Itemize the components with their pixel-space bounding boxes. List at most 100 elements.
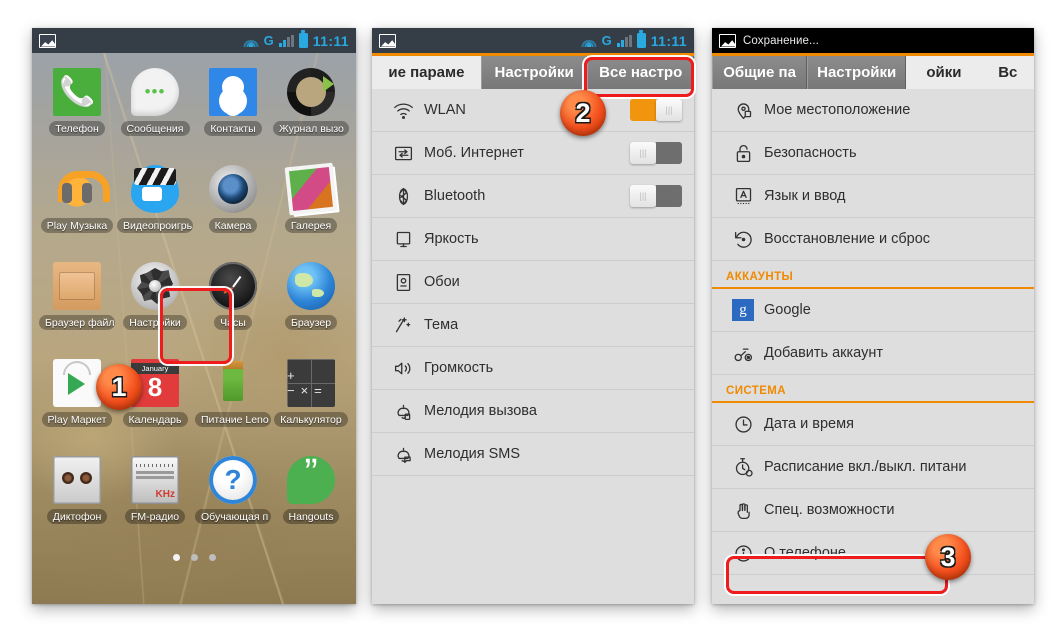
play-music-app-icon[interactable] [53, 165, 110, 213]
google-icon: g [728, 299, 758, 321]
voice-recorder-app-icon[interactable] [53, 456, 101, 504]
settings-row-security-lock[interactable]: Безопасность [712, 132, 1034, 175]
messages-app-icon[interactable] [131, 68, 179, 116]
toggle-knob[interactable]: ||| [630, 142, 656, 164]
phone-home-screen: G 11:11 Телефон Сообщения Контакты Журнал в… [32, 28, 356, 604]
home-app-play-music[interactable]: Play Музыка [38, 162, 116, 259]
home-app-power-manager[interactable]: Питание Leno [194, 356, 272, 453]
play-store-app-icon[interactable] [53, 359, 101, 407]
all-settings-tab-2[interactable]: ойки [906, 56, 982, 89]
home-row: Play Маркет Календарь Питание LenoКалькуля… [38, 356, 350, 453]
settings-row-label: Спец. возможности [764, 502, 895, 518]
quick-setting-label: Яркость [424, 231, 479, 247]
settings-row-label: Дата и время [764, 416, 854, 432]
page-dot[interactable] [172, 554, 180, 561]
add-account-icon [728, 343, 758, 364]
toggle-wifi[interactable]: ||| [630, 99, 682, 121]
home-app-settings[interactable]: Настройки [116, 259, 194, 356]
settings-row-power-schedule[interactable]: Расписание вкл./выкл. питани [712, 446, 1034, 489]
all-settings-list: Мое местоположение Безопасность Язык и вво… [712, 89, 1034, 601]
settings-row-google[interactable]: g Google [712, 289, 1034, 332]
home-app-messages[interactable]: Сообщения [116, 65, 194, 162]
home-app-file-browser[interactable]: Браузер файл [38, 259, 116, 356]
tutorial-app-icon[interactable] [209, 456, 257, 504]
clock-app-icon[interactable] [209, 262, 257, 310]
contacts-app-icon[interactable] [209, 68, 257, 116]
toggle-mobile-data[interactable]: ||| [630, 142, 682, 164]
quick-setting-row-wifi[interactable]: WLAN ||| [372, 89, 694, 132]
home-app-fm-radio[interactable]: FM-радио [116, 453, 194, 550]
home-app-camera[interactable]: Камера [194, 162, 272, 259]
clock-icon [728, 414, 758, 435]
quick-settings-tab-1[interactable]: Настройки [480, 56, 588, 89]
quick-setting-row-mobile-data[interactable]: Моб. Интернет ||| [372, 132, 694, 175]
file-browser-app-icon[interactable] [53, 262, 101, 310]
home-app-tutorial[interactable]: Обучающая п [194, 453, 272, 550]
sms-tone-icon [388, 444, 418, 465]
quick-setting-row-sms-tone[interactable]: Мелодия SMS [372, 433, 694, 476]
home-row: Браузер файл Настройки Часы Браузер [38, 259, 350, 356]
battery-icon [298, 33, 308, 48]
quick-setting-row-volume[interactable]: Громкость [372, 347, 694, 390]
home-app-contacts[interactable]: Контакты [194, 65, 272, 162]
settings-row-add-account[interactable]: Добавить аккаунт [712, 332, 1034, 375]
home-app-label: Камера [208, 218, 258, 233]
quick-setting-label: Обои [424, 274, 460, 290]
settings-row-label: Мое местоположение [764, 102, 911, 118]
signal-icon [278, 34, 294, 47]
home-app-voice-recorder[interactable]: Диктофон [38, 453, 116, 550]
home-app-hangouts[interactable]: Hangouts [272, 453, 350, 550]
quick-settings-tab-2[interactable]: Все настро [587, 56, 694, 89]
settings-row-location[interactable]: Мое местоположение [712, 89, 1034, 132]
quick-setting-row-bluetooth[interactable]: Bluetooth ||| [372, 175, 694, 218]
page-indicator [38, 554, 350, 561]
home-app-calculator[interactable]: Калькулятор [272, 356, 350, 453]
about-phone-row[interactable]: О телефоне [712, 532, 1034, 575]
home-app-video-player[interactable]: Видеопроигрь [116, 162, 194, 259]
power-manager-app-icon[interactable] [209, 359, 257, 407]
quick-setting-row-brightness[interactable]: Яркость [372, 218, 694, 261]
all-settings-tab-1[interactable]: Настройки [807, 56, 907, 89]
home-app-browser[interactable]: Браузер [272, 259, 350, 356]
hangouts-app-icon[interactable] [287, 456, 335, 504]
all-settings-tab-0[interactable]: Общие па [712, 56, 808, 89]
gallery-app-icon[interactable] [284, 162, 338, 216]
settings-row-language-input[interactable]: Язык и ввод [712, 175, 1034, 218]
home-app-label: Контакты [204, 121, 262, 136]
home-app-gallery[interactable]: Галерея [272, 162, 350, 259]
home-app-label: Play Маркет [41, 412, 113, 427]
quick-setting-row-wallpaper[interactable]: Обои [372, 261, 694, 304]
page-dot[interactable] [190, 554, 198, 561]
settings-row-backup-reset[interactable]: Восстановление и сброс [712, 218, 1034, 261]
home-app-label: Обучающая п [195, 509, 271, 524]
fm-radio-app-icon[interactable] [131, 456, 179, 504]
camera-app-icon[interactable] [209, 165, 257, 213]
home-app-call-log[interactable]: Журнал вызо [272, 65, 350, 162]
page-dot[interactable] [208, 554, 216, 561]
settings-app-icon[interactable] [131, 262, 179, 310]
settings-row-clock[interactable]: Дата и время [712, 403, 1034, 446]
toggle-knob[interactable]: ||| [630, 185, 656, 207]
calculator-app-icon[interactable] [287, 359, 335, 407]
quick-settings-tab-0[interactable]: ие параме [372, 56, 481, 89]
home-row: Play Музыка Видеопроигрь Камера Галерея [38, 162, 350, 259]
home-app-label: Видеопроигрь [117, 218, 193, 233]
language-input-icon [728, 186, 758, 207]
toggle-bluetooth[interactable]: ||| [630, 185, 682, 207]
all-settings-tab-3[interactable]: Вс [981, 56, 1034, 89]
quick-setting-row-ringtone[interactable]: Мелодия вызова [372, 390, 694, 433]
browser-app-icon[interactable] [287, 262, 335, 310]
video-player-app-icon[interactable] [131, 165, 179, 213]
home-app-phone[interactable]: Телефон [38, 65, 116, 162]
tab-label: ойки [926, 64, 962, 81]
status-bar-left: Сохранение... [719, 33, 1027, 48]
location-icon [728, 100, 758, 121]
about-phone-icon [728, 543, 758, 564]
quick-setting-row-theme[interactable]: Тема [372, 304, 694, 347]
toggle-knob[interactable]: ||| [656, 99, 682, 121]
home-app-label: Сообщения [120, 121, 190, 136]
call-log-app-icon[interactable] [287, 68, 335, 116]
home-app-clock[interactable]: Часы [194, 259, 272, 356]
settings-row-accessibility-hand[interactable]: Спец. возможности [712, 489, 1034, 532]
phone-app-icon[interactable] [53, 68, 101, 116]
